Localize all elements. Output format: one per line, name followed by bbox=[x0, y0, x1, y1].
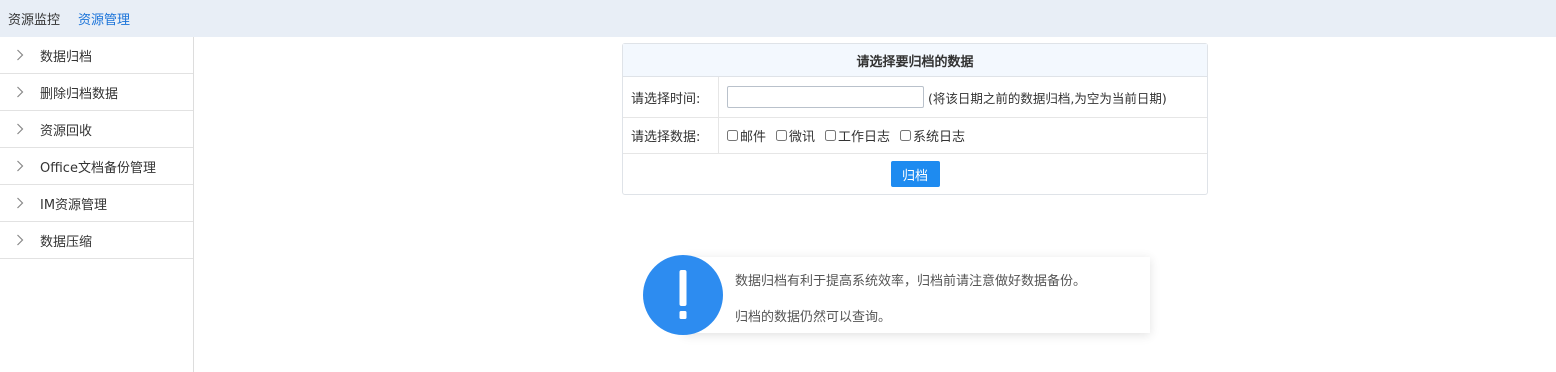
sidebar-item-label: IM资源管理 bbox=[40, 197, 108, 213]
time-value-cell: (将该日期之前的数据归档,为空为当前日期) bbox=[719, 77, 1207, 117]
option-label: 工作日志 bbox=[838, 130, 891, 145]
top-nav-bar: 资源监控 资源管理 bbox=[0, 0, 1556, 37]
option-label: 微讯 bbox=[789, 130, 816, 145]
sidebar-item-data-archive[interactable]: 数据归档 bbox=[0, 37, 193, 74]
sidebar: 数据归档 删除归档数据 资源回收 Office文档备份管理 IM资源管理 数据压… bbox=[0, 37, 194, 372]
weixun-checkbox[interactable] bbox=[776, 130, 788, 141]
tab-resource-management[interactable]: 资源管理 bbox=[78, 9, 130, 28]
sidebar-item-label: 删除归档数据 bbox=[40, 86, 119, 102]
data-options-cell: 邮件 微讯 工作日志 系统日志 bbox=[719, 118, 1207, 153]
sidebar-item-label: 数据归档 bbox=[40, 49, 93, 65]
data-row: 请选择数据: 邮件 微讯 工作日志 系统日志 bbox=[623, 118, 1207, 154]
sidebar-item-label: 数据压缩 bbox=[40, 234, 93, 250]
button-row: 归档 bbox=[623, 154, 1207, 194]
chevron-right-icon bbox=[0, 86, 40, 98]
sidebar-item-label: Office文档备份管理 bbox=[40, 160, 156, 176]
panel-title: 请选择要归档的数据 bbox=[623, 44, 1207, 77]
mail-checkbox[interactable] bbox=[727, 130, 738, 141]
sidebar-item-data-compress[interactable]: 数据压缩 bbox=[0, 222, 193, 259]
sidebar-item-label: 资源回收 bbox=[40, 123, 93, 139]
time-row: 请选择时间: (将该日期之前的数据归档,为空为当前日期) bbox=[623, 77, 1207, 118]
sidebar-item-office-backup[interactable]: Office文档备份管理 bbox=[0, 148, 193, 185]
notice-line-2: 归档的数据仍然可以查询。 bbox=[735, 310, 892, 325]
chevron-right-icon bbox=[0, 234, 40, 246]
option-label: 系统日志 bbox=[913, 130, 966, 145]
date-hint: (将该日期之前的数据归档,为空为当前日期) bbox=[928, 90, 1167, 106]
data-label: 请选择数据: bbox=[623, 118, 719, 153]
option-mail[interactable]: 邮件 bbox=[727, 126, 766, 145]
system-log-checkbox[interactable] bbox=[900, 130, 912, 141]
notice-line-1: 数据归档有利于提高系统效率，归档前请注意做好数据备份。 bbox=[735, 274, 1087, 289]
archive-form-panel: 请选择要归档的数据 请选择时间: (将该日期之前的数据归档,为空为当前日期) 请… bbox=[622, 43, 1208, 195]
tab-resource-monitor[interactable]: 资源监控 bbox=[8, 9, 60, 28]
work-log-checkbox[interactable] bbox=[825, 130, 837, 141]
option-system-log[interactable]: 系统日志 bbox=[900, 126, 965, 145]
option-label: 邮件 bbox=[740, 130, 767, 145]
chevron-right-icon bbox=[0, 197, 40, 209]
option-work-log[interactable]: 工作日志 bbox=[825, 126, 890, 145]
time-label: 请选择时间: bbox=[623, 77, 719, 117]
sidebar-item-im-resources[interactable]: IM资源管理 bbox=[0, 185, 193, 222]
sidebar-item-resource-recycle[interactable]: 资源回收 bbox=[0, 111, 193, 148]
chevron-right-icon bbox=[0, 160, 40, 172]
chevron-right-icon bbox=[0, 49, 40, 61]
info-notice: 数据归档有利于提高系统效率，归档前请注意做好数据备份。 归档的数据仍然可以查询。 bbox=[683, 257, 1150, 333]
chevron-right-icon bbox=[0, 123, 40, 135]
date-input[interactable] bbox=[727, 86, 924, 108]
option-weixun[interactable]: 微讯 bbox=[776, 126, 815, 145]
exclamation-icon bbox=[643, 255, 723, 335]
sidebar-item-delete-archive[interactable]: 删除归档数据 bbox=[0, 74, 193, 111]
archive-button[interactable]: 归档 bbox=[890, 161, 940, 187]
